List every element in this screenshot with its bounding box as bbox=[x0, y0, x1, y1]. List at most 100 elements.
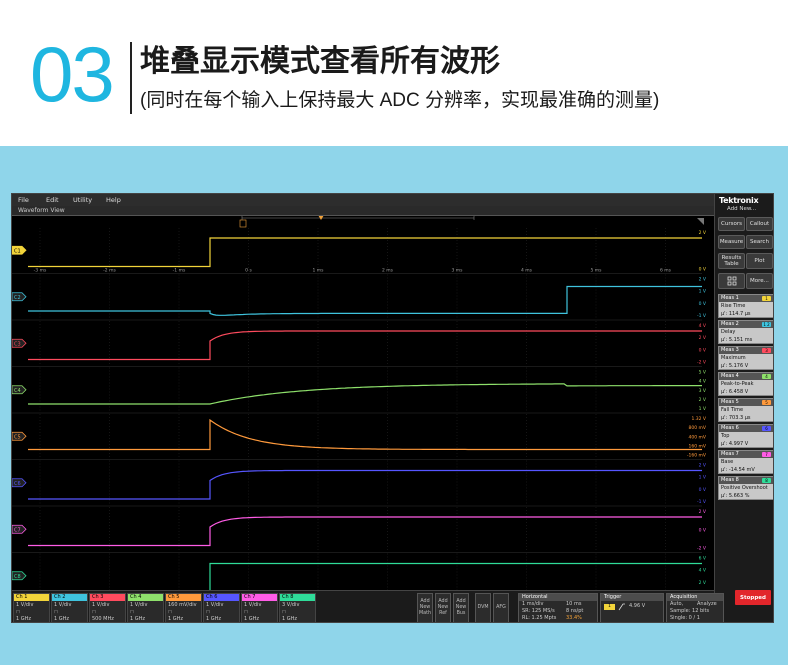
channel-badge-6[interactable]: Ch 61 V/div ⊓ 1 GHz bbox=[203, 593, 240, 622]
menu-edit[interactable]: Edit bbox=[46, 194, 59, 206]
time-tick-label: 1 ms bbox=[312, 268, 324, 274]
waveform-c4 bbox=[28, 383, 702, 405]
vertical-scale-label: 1 V bbox=[699, 475, 707, 481]
add-ref-line3: Ref bbox=[439, 611, 447, 616]
tektronix-logo: Tektronix bbox=[719, 196, 759, 205]
time-tick-label: -3 ms bbox=[34, 268, 47, 274]
measurement-name: Delay bbox=[721, 329, 736, 335]
add-math-line3: Math bbox=[419, 611, 431, 616]
measurement-value: μ': 5.151 ms bbox=[721, 337, 753, 343]
trigger-t-marker[interactable] bbox=[239, 219, 247, 228]
waveform-plot[interactable]: C1 2 V 0 V C2 2 V 1 V 0 V -1 V C3 4 V 2 V 0 V -2 V C4… bbox=[12, 215, 714, 600]
plot-button[interactable]: Plot bbox=[746, 253, 773, 269]
channel-handle-label: C3 bbox=[14, 341, 21, 347]
channel-handle-label: C1 bbox=[14, 248, 21, 254]
vertical-scale-label: 3 V bbox=[699, 388, 707, 394]
vertical-scale-label: 0 V bbox=[699, 487, 707, 493]
measurement-source-badge: 6 bbox=[762, 426, 771, 431]
horizontal-settings[interactable]: Horizontal 1 ms/div 10 ms SR: 125 MS/s 8… bbox=[518, 593, 598, 622]
channel-badge-4[interactable]: Ch 41 V/div ⊓ 1 GHz bbox=[127, 593, 164, 622]
oscilloscope-screen: File Edit Utility Help Waveform View C1 2… bbox=[11, 193, 774, 623]
channel-bandwidth: 1 GHz bbox=[168, 616, 184, 622]
channel-handle-label: C4 bbox=[14, 388, 21, 394]
acquisition-settings[interactable]: Acquisition Auto, Analyze Sample: 12 bit… bbox=[666, 593, 724, 622]
add-new-ref-button[interactable]: Add New Ref bbox=[435, 593, 451, 622]
measurement-name: Base bbox=[721, 459, 734, 465]
measurement-1[interactable]: Meas 1 1 Rise Time μ': 114.7 μs bbox=[718, 294, 773, 318]
vertical-scale-label: -2 V bbox=[697, 360, 707, 366]
add-new-label: Add New... bbox=[727, 206, 757, 212]
measurement-source-badge: 7 bbox=[762, 452, 771, 457]
channel-badge-2[interactable]: Ch 21 V/div ⊓ 1 GHz bbox=[51, 593, 88, 622]
vertical-scale-label: 2 V bbox=[699, 335, 707, 341]
channel-badge-label: Ch 7 bbox=[242, 594, 277, 601]
vertical-scale-label: 160 mV bbox=[689, 443, 707, 449]
measure-button[interactable]: Measure bbox=[718, 235, 745, 249]
trigger-settings[interactable]: Trigger 1 4.96 V bbox=[600, 593, 664, 622]
channel-badge-label: Ch 2 bbox=[52, 594, 87, 601]
channel-badge-8[interactable]: Ch 83 V/div ⊓ 1 GHz bbox=[279, 593, 316, 622]
measurement-6[interactable]: Meas 6 6 Top μ': 4.997 V bbox=[718, 424, 773, 448]
callout-button[interactable]: Callout bbox=[746, 217, 773, 231]
cursors-button[interactable]: Cursors bbox=[718, 217, 745, 231]
measurement-value: μ': 5.663 % bbox=[721, 493, 750, 499]
menu-file[interactable]: File bbox=[18, 194, 29, 206]
measurement-5[interactable]: Meas 5 5 Fall Time μ': 703.3 μs bbox=[718, 398, 773, 422]
measurement-source-badge: 4 bbox=[762, 374, 771, 379]
measurement-3[interactable]: Meas 3 3 Maximum μ': 5.176 V bbox=[718, 346, 773, 370]
measurement-source-badge: 1 bbox=[762, 296, 771, 301]
add-bus-line3: Bus bbox=[456, 611, 466, 616]
channel-bandwidth: 500 MHz bbox=[92, 616, 114, 622]
add-math-line2: New bbox=[419, 605, 431, 610]
measurement-value: μ': 5.176 V bbox=[721, 363, 749, 369]
acquisition-resolution: Sample: 12 bits bbox=[670, 608, 710, 614]
channel-badge-5[interactable]: Ch 5 160 mV/div ⊓ 1 GHz bbox=[165, 593, 202, 622]
measurement-7[interactable]: Meas 7 7 Base μ': -14.54 mV bbox=[718, 450, 773, 474]
vertical-scale-label: 0 V bbox=[699, 267, 707, 273]
run-stop-button[interactable]: Stopped bbox=[735, 590, 771, 605]
measurement-2[interactable]: Meas 21 2 Delay μ': 5.151 ms bbox=[718, 320, 773, 344]
channel-coupling-icon: ⊓ bbox=[282, 609, 286, 615]
more-tools-icon[interactable] bbox=[718, 273, 745, 289]
menu-utility[interactable]: Utility bbox=[73, 194, 92, 206]
waveform-view-titlebar: Waveform View bbox=[12, 206, 714, 216]
waveform-c2 bbox=[28, 285, 702, 316]
time-tick-label: 6 ms bbox=[660, 268, 672, 274]
measurement-source-badge: 3 bbox=[762, 348, 771, 353]
section-number: 03 bbox=[30, 30, 115, 118]
waveform-trace-area[interactable]: C1 2 V 0 V C2 2 V 1 V 0 V -1 V C3 4 V 2 V 0 V -2 V C4… bbox=[12, 215, 714, 600]
record-length: RL: 1.25 Mpts bbox=[522, 615, 557, 621]
expand-icon[interactable] bbox=[697, 218, 704, 225]
add-new-math-button[interactable]: Add New Math bbox=[417, 593, 433, 622]
results-table-button[interactable]: Results Table bbox=[718, 253, 745, 269]
add-new-bus-button[interactable]: Add New Bus bbox=[453, 593, 469, 622]
channel-badge-label: Ch 6 bbox=[204, 594, 239, 601]
more-button[interactable]: More... bbox=[746, 273, 773, 289]
time-tick-label: 3 ms bbox=[451, 268, 463, 274]
menu-help[interactable]: Help bbox=[106, 194, 121, 206]
search-button[interactable]: Search bbox=[746, 235, 773, 249]
grid-icon bbox=[727, 276, 736, 286]
measurement-source-badge: 1 2 bbox=[762, 322, 771, 327]
measurement-8[interactable]: Meas 8 8 Positive Overshoot μ': 5.663 % bbox=[718, 476, 773, 500]
afg-button[interactable]: AFG bbox=[493, 593, 509, 622]
dvm-button[interactable]: DVM bbox=[475, 593, 491, 622]
channel-badge-7[interactable]: Ch 71 V/div ⊓ 1 GHz bbox=[241, 593, 278, 622]
vertical-scale-label: -2 V bbox=[697, 546, 707, 552]
measurement-name: Positive Overshoot bbox=[721, 485, 768, 491]
trigger-level: 4.96 V bbox=[629, 603, 646, 609]
channel-vertical-scale: 1 V/div bbox=[244, 602, 262, 608]
menu-bar: File Edit Utility Help bbox=[12, 194, 714, 206]
vertical-scale-label: 1.32 V bbox=[691, 416, 706, 422]
channel-badge-1[interactable]: Ch 11 V/div ⊓ 1 GHz bbox=[13, 593, 50, 622]
section-subtitle: (同时在每个输入上保持最大 ADC 分辨率，实现最准确的测量) bbox=[140, 90, 660, 111]
measurement-value: μ': -14.54 mV bbox=[721, 467, 755, 473]
measurement-value: μ': 114.7 μs bbox=[721, 311, 751, 317]
vertical-scale-label: 5 V bbox=[699, 370, 707, 376]
channel-coupling-icon: ⊓ bbox=[244, 609, 248, 615]
time-tick-label: -2 ms bbox=[103, 268, 116, 274]
measurement-source-badge: 8 bbox=[762, 478, 771, 483]
measurement-4[interactable]: Meas 4 4 Peak-to-Peak μ': 6.458 V bbox=[718, 372, 773, 396]
channel-vertical-scale: 160 mV/div bbox=[168, 602, 197, 608]
channel-badge-3[interactable]: Ch 31 V/div ⊓ 500 MHz bbox=[89, 593, 126, 622]
